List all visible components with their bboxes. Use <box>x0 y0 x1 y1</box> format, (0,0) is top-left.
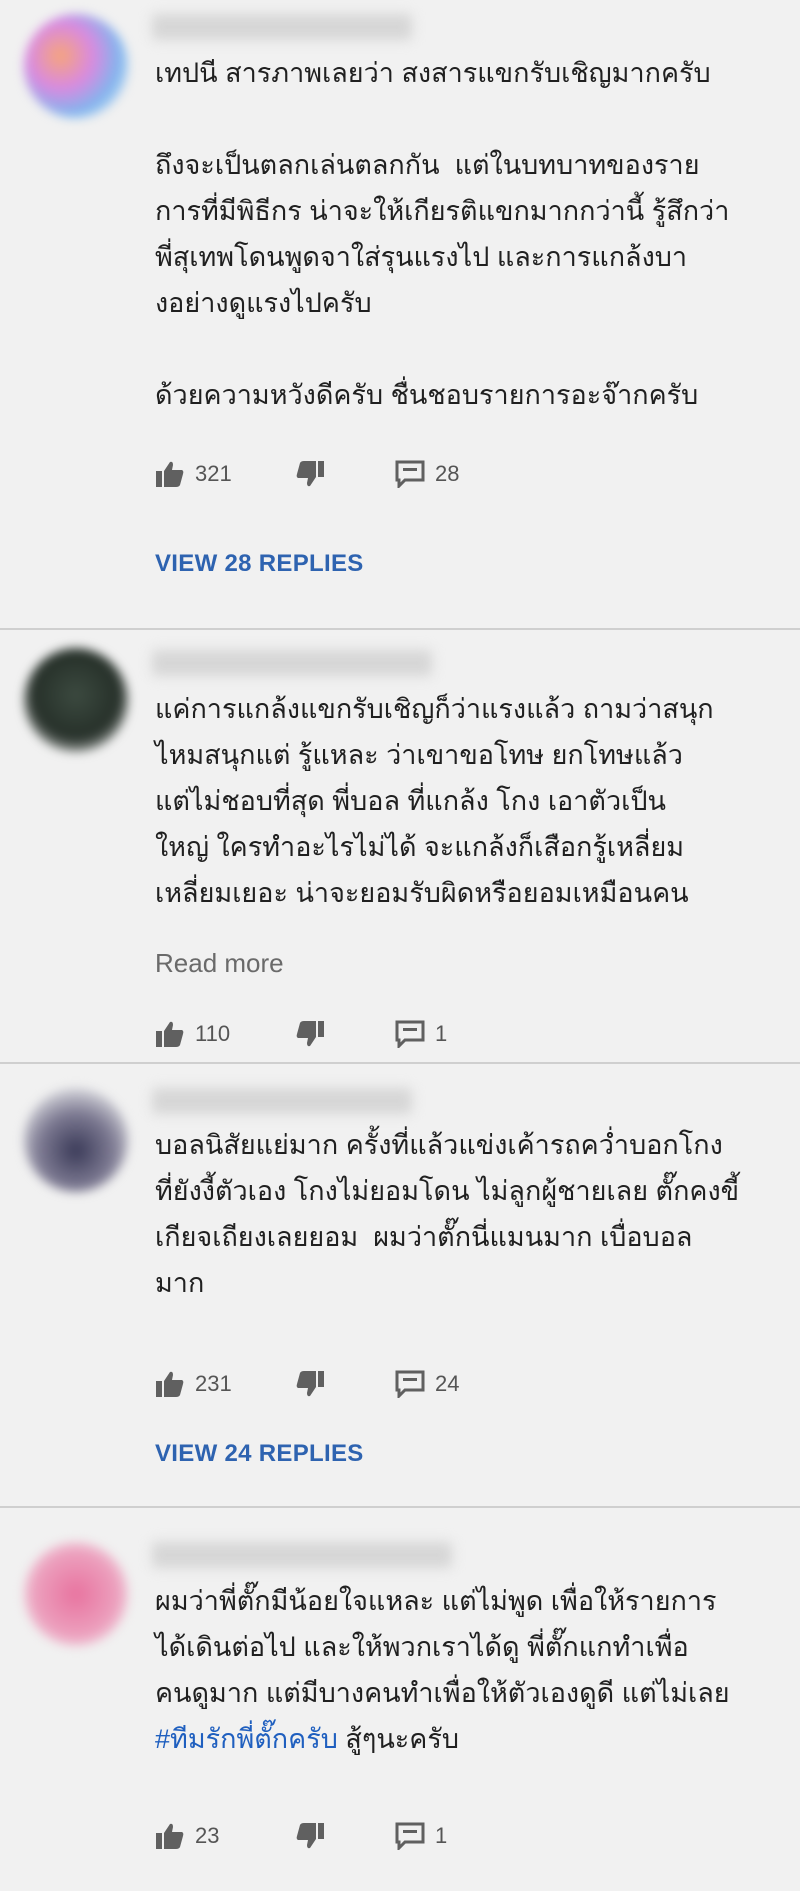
thumbs-up-icon <box>156 1021 184 1047</box>
comment-text: เทปนี สารภาพเลยว่า สงสารแขกรับเชิญมากครั… <box>155 58 730 410</box>
comment-text-tail: สู้ๆนะครับ <box>337 1724 459 1754</box>
reply-button[interactable]: 1 <box>395 1016 447 1052</box>
username-blurred[interactable] <box>152 1088 412 1114</box>
avatar[interactable] <box>24 1542 128 1646</box>
like-button[interactable]: 110 <box>155 1016 230 1052</box>
comment-actions: 110 1 <box>155 1016 655 1052</box>
comment-4: ผมว่าพี่ตั๊กมีน้อยใจแหละ แต่ไม่พูด เพื่อ… <box>0 1508 800 1891</box>
comment-actions: 23 1 <box>155 1818 655 1854</box>
username-blurred[interactable] <box>152 1542 452 1568</box>
reply-button[interactable]: 1 <box>395 1818 447 1854</box>
like-count: 321 <box>195 461 232 486</box>
read-more-link[interactable]: Read more <box>155 948 284 979</box>
thumbs-up-icon <box>156 1371 184 1397</box>
thumbs-up-icon <box>156 1823 184 1849</box>
dislike-button[interactable] <box>295 1016 325 1052</box>
dislike-button[interactable] <box>295 1818 325 1854</box>
like-button[interactable]: 231 <box>155 1366 232 1402</box>
avatar[interactable] <box>24 1088 128 1192</box>
view-replies-button[interactable]: VIEW 24 REPLIES <box>155 1440 364 1468</box>
view-replies-button[interactable]: VIEW 28 REPLIES <box>155 550 364 578</box>
like-count: 110 <box>195 1021 231 1046</box>
avatar[interactable] <box>24 648 128 752</box>
comment-icon <box>395 1822 425 1850</box>
like-button[interactable]: 321 <box>155 456 232 492</box>
comment-text: บอลนิสัยแย่มาก ครั้งที่แล้วแข่งเค้ารถคว่… <box>155 1130 740 1298</box>
username-blurred[interactable] <box>152 14 412 40</box>
comment-actions: 231 24 <box>155 1366 655 1402</box>
comment-text-main: ผมว่าพี่ตั๊กมีน้อยใจแหละ แต่ไม่พูด เพื่อ… <box>155 1586 730 1708</box>
hashtag-link[interactable]: #ทีมรักพี่ตั๊กครับ <box>155 1724 338 1754</box>
comment-1: เทปนี สารภาพเลยว่า สงสารแขกรับเชิญมากครั… <box>0 0 800 628</box>
comment-icon <box>395 1370 425 1398</box>
reply-button[interactable]: 28 <box>395 456 459 492</box>
like-count: 23 <box>195 1823 220 1848</box>
thumbs-down-icon <box>296 1021 324 1047</box>
comment-text: ผมว่าพี่ตั๊กมีน้อยใจแหละ แต่ไม่พูด เพื่อ… <box>155 1578 765 1762</box>
like-button[interactable]: 23 <box>155 1818 219 1854</box>
comment-3: บอลนิสัยแย่มาก ครั้งที่แล้วแข่งเค้ารถคว่… <box>0 1064 800 1506</box>
thumbs-down-icon <box>296 461 324 487</box>
thumbs-down-icon <box>296 1823 324 1849</box>
reply-count: 24 <box>435 1371 460 1396</box>
reply-button[interactable]: 24 <box>395 1366 459 1402</box>
reply-count: 1 <box>435 1021 448 1046</box>
dislike-button[interactable] <box>295 1366 325 1402</box>
comment-2: แค่การแกล้งแขกรับเชิญก็ว่าแรงแล้ว ถามว่า… <box>0 630 800 1062</box>
dislike-button[interactable] <box>295 456 325 492</box>
reply-count: 28 <box>435 461 460 486</box>
comment-icon <box>395 460 425 488</box>
thumbs-up-icon <box>156 461 184 487</box>
comment-icon <box>395 1020 425 1048</box>
comment-actions: 321 28 <box>155 456 655 492</box>
username-blurred[interactable] <box>152 650 432 676</box>
comment-text: แค่การแกล้งแขกรับเชิญก็ว่าแรงแล้ว ถามว่า… <box>155 694 714 908</box>
like-count: 231 <box>195 1371 232 1396</box>
avatar[interactable] <box>24 14 128 118</box>
reply-count: 1 <box>435 1823 448 1848</box>
thumbs-down-icon <box>296 1371 324 1397</box>
